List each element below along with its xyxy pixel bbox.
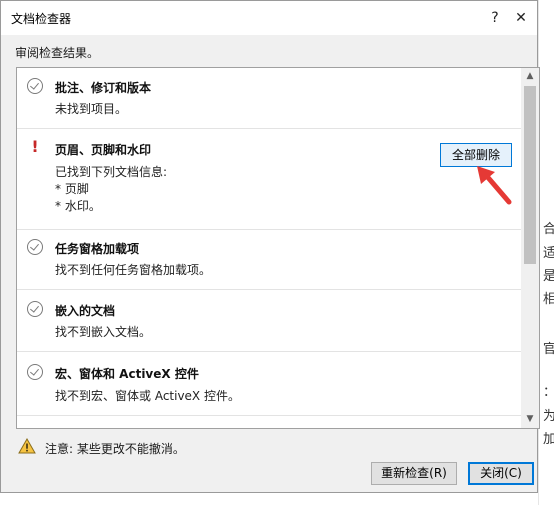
background-text-char: 合 <box>543 222 554 237</box>
background-text-char: 相 <box>543 292 554 307</box>
remove-all-button[interactable]: 全部删除 <box>440 143 512 167</box>
found-item: * 页脚 <box>55 182 89 196</box>
inspection-results-list[interactable]: 批注、修订和版本 未找到项目。 ! 页眉、页脚和水印 已找到下列文档信息: * … <box>16 67 540 429</box>
section-status-text: 找不到宏、窗体或 ActiveX 控件。 <box>55 389 240 403</box>
exclamation-icon: ! <box>31 137 39 156</box>
section-title: 批注、修订和版本 <box>55 81 152 95</box>
annotation-arrow-icon <box>477 166 512 205</box>
window-title: 文档检查器 <box>11 12 72 26</box>
warning-note: 注意: 某些更改不能撤消。 <box>45 442 185 456</box>
result-section-embedded-documents: 嵌入的文档 找不到嵌入文档。 <box>17 289 521 352</box>
result-section-taskpane-addins: 任务窗格加载项 找不到任何任务窗格加载项。 <box>17 229 521 290</box>
section-title: 页眉、页脚和水印 <box>55 143 152 157</box>
section-status-text: 找不到嵌入文档。 <box>55 325 152 339</box>
background-text-char: 为 <box>543 409 554 424</box>
background-document: 合 适 是 相 官 ： 为 加 <box>538 0 554 505</box>
scrollbar-thumb[interactable] <box>524 86 536 264</box>
section-title: 嵌入的文档 <box>55 304 116 318</box>
check-circle-icon <box>27 301 43 317</box>
found-item: * 水印。 <box>55 199 101 213</box>
help-button[interactable]: ? <box>485 8 505 28</box>
close-button[interactable]: 关闭(C) <box>468 462 534 485</box>
title-bar: 文档检查器 ? ✕ <box>1 1 537 35</box>
check-circle-icon <box>27 239 43 255</box>
section-status-text: 未找到项目。 <box>55 102 128 116</box>
background-text-char: 是 <box>543 269 554 284</box>
check-circle-icon <box>27 78 43 94</box>
background-text-char: 加 <box>543 432 554 447</box>
close-icon[interactable]: ✕ <box>511 8 531 28</box>
background-text-char: 官 <box>543 342 554 357</box>
section-status-text: 已找到下列文档信息: <box>55 165 168 179</box>
scroll-up-arrow-icon[interactable]: ▲ <box>521 68 539 85</box>
results-heading: 审阅检查结果。 <box>15 46 100 60</box>
result-section-macros: 宏、窗体和 ActiveX 控件 找不到宏、窗体或 ActiveX 控件。 <box>17 351 521 416</box>
result-section-comments: 批注、修订和版本 未找到项目。 <box>17 68 521 129</box>
scroll-down-arrow-icon[interactable]: ▼ <box>521 411 539 428</box>
reinspect-button[interactable]: 重新检查(R) <box>371 462 457 485</box>
section-title: 宏、窗体和 ActiveX 控件 <box>55 367 199 381</box>
section-title: 任务窗格加载项 <box>55 242 140 256</box>
vertical-scrollbar[interactable]: ▲ ▼ <box>521 68 539 428</box>
section-status-text: 找不到任何任务窗格加载项。 <box>55 263 212 277</box>
check-circle-icon <box>27 364 43 380</box>
background-text-char: ： <box>543 381 554 400</box>
warning-triangle-icon <box>18 438 36 454</box>
document-inspector-dialog: 文档检查器 ? ✕ 审阅检查结果。 批注、修订和版本 未找到项目。 ! 页眉、页… <box>0 0 540 493</box>
background-text-char: 适 <box>543 246 554 261</box>
